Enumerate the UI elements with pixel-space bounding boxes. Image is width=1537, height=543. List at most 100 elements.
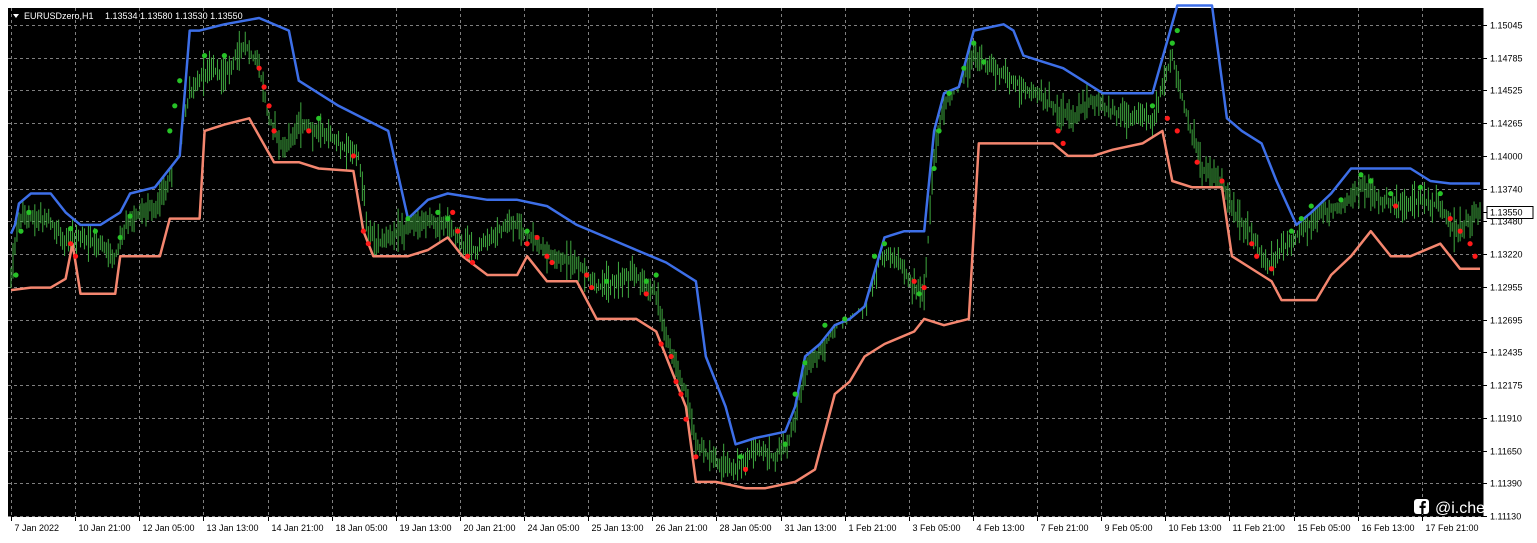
time-tick-label: 11 Feb 21:00	[1233, 523, 1285, 533]
buy-signal-dot	[871, 253, 878, 259]
buy-signal-dot	[524, 228, 530, 234]
buy-signal-dot	[1149, 103, 1156, 109]
buy-signal-dot	[1174, 27, 1180, 34]
time-tick-label: 20 Jan 21:00	[464, 523, 516, 533]
buy-signal-dot	[1368, 178, 1374, 184]
sell-signal-dot	[455, 228, 461, 234]
sell-signal-dot	[549, 259, 555, 266]
sell-signal-dot	[1249, 241, 1255, 247]
ohlc-values: 1.13534 1.13580 1.13530 1.13550	[105, 11, 243, 21]
sell-signal-dot	[1393, 203, 1399, 209]
sell-signal-dot	[72, 253, 79, 259]
sell-signal-dot	[350, 153, 357, 159]
buy-signal-dot	[946, 90, 952, 96]
buy-signal-dot	[221, 53, 228, 59]
buy-signal-dot	[737, 454, 744, 460]
buy-signal-dot	[1358, 172, 1364, 178]
time-tick-label: 15 Feb 05:00	[1298, 523, 1351, 533]
buy-signal-dot	[1417, 184, 1424, 190]
sell-signal-dot	[1467, 241, 1473, 247]
sell-signal-dot	[911, 278, 917, 284]
sell-signal-dot	[1472, 253, 1478, 259]
sell-signal-dot	[67, 241, 74, 247]
chart-header: EURUSDzero,H1 1.13534 1.13580 1.13530 1.…	[13, 11, 243, 21]
buy-signal-dot	[127, 213, 133, 219]
buy-signal-dot	[981, 59, 987, 65]
price-tick-label: 1.13740	[1490, 185, 1523, 195]
sell-signal-dot	[1164, 115, 1170, 121]
time-tick-label: 16 Feb 13:00	[1362, 523, 1415, 533]
time-tick-label: 1 Feb 21:00	[849, 523, 897, 533]
sell-signal-dot	[678, 391, 684, 397]
buy-signal-dot	[1288, 228, 1295, 234]
sell-signal-dot	[921, 284, 927, 291]
price-tick-label: 1.12955	[1490, 283, 1523, 293]
price-tick-label: 1.12435	[1490, 348, 1523, 358]
sell-signal-dot	[256, 65, 262, 71]
buy-signal-dot	[643, 278, 649, 284]
sell-signal-dot	[524, 241, 530, 247]
time-tick-label: 31 Jan 13:00	[785, 523, 837, 533]
buy-signal-dot	[405, 216, 411, 222]
buy-signal-dot	[916, 291, 922, 297]
buy-signal-dot	[92, 228, 98, 234]
buy-signal-dot	[26, 209, 32, 215]
sell-signal-dot	[360, 228, 366, 234]
buy-signal-dot	[971, 40, 977, 46]
sell-signal-dot	[1219, 178, 1225, 184]
price-tick-label: 1.14785	[1490, 54, 1523, 64]
sell-signal-dot	[306, 128, 312, 134]
sell-signal-dot	[271, 128, 277, 134]
time-tick-label: 10 Jan 21:00	[79, 523, 131, 533]
sell-signal-dot	[683, 416, 689, 422]
buy-signal-dot	[881, 241, 888, 247]
sell-signal-dot	[742, 466, 749, 472]
sell-signal-dot	[1447, 216, 1453, 222]
sell-signal-dot	[1174, 128, 1180, 134]
buy-signal-dot	[1388, 190, 1394, 197]
buy-signal-dot	[435, 209, 441, 215]
time-tick-label: 18 Jan 05:00	[336, 523, 388, 533]
time-tick-label: 19 Jan 13:00	[400, 523, 452, 533]
sell-signal-dot	[589, 284, 595, 291]
buy-signal-dot	[653, 272, 659, 278]
buy-signal-dot	[802, 360, 808, 366]
sell-signal-dot	[1060, 140, 1066, 146]
buy-signal-dot	[1338, 197, 1344, 203]
sell-signal-dot	[1055, 128, 1061, 134]
sell-signal-dot	[643, 291, 649, 297]
buy-signal-dot	[201, 53, 208, 59]
price-chart[interactable]: 1.15045 1.14785 1.14525 1.14265 1.14000 1.137…	[0, 0, 1537, 543]
buy-signal-dot	[822, 322, 828, 328]
buy-signal-dot	[172, 103, 178, 109]
sell-signal-dot	[365, 241, 371, 247]
sell-signal-dot	[658, 341, 664, 347]
time-tick-label: 4 Feb 13:00	[977, 523, 1025, 533]
buy-signal-dot	[1298, 216, 1304, 222]
sell-signal-dot	[673, 379, 679, 385]
sell-signal-dot	[469, 259, 476, 266]
price-tick-label: 1.12695	[1490, 316, 1523, 326]
buy-signal-dot	[1308, 203, 1314, 209]
time-tick-label: 17 Feb 21:00	[1426, 523, 1479, 533]
buy-signal-dot	[18, 228, 24, 234]
sell-signal-dot	[464, 253, 471, 259]
sell-signal-dot	[1268, 266, 1275, 272]
price-tick-label: 1.11390	[1490, 479, 1522, 489]
time-tick-label: 10 Feb 13:00	[1169, 523, 1222, 533]
price-tick-label: 1.11130	[1490, 512, 1521, 522]
sell-signal-dot	[1457, 228, 1463, 234]
sell-signal-dot	[450, 209, 456, 215]
time-tick-label: 26 Jan 21:00	[656, 523, 708, 533]
buy-signal-dot	[931, 165, 937, 172]
sell-signal-dot	[261, 84, 267, 90]
sell-signal-dot	[1254, 253, 1260, 259]
buy-signal-dot	[1437, 190, 1443, 197]
time-tick-label: 3 Feb 05:00	[913, 523, 961, 533]
price-tick-label: 1.14265	[1490, 119, 1523, 129]
sell-signal-dot	[534, 234, 540, 241]
price-tick-label: 1.14000	[1490, 152, 1523, 162]
buy-signal-dot	[67, 226, 74, 232]
time-tick-label: 13 Jan 13:00	[207, 523, 259, 533]
buy-signal-dot	[13, 272, 19, 278]
